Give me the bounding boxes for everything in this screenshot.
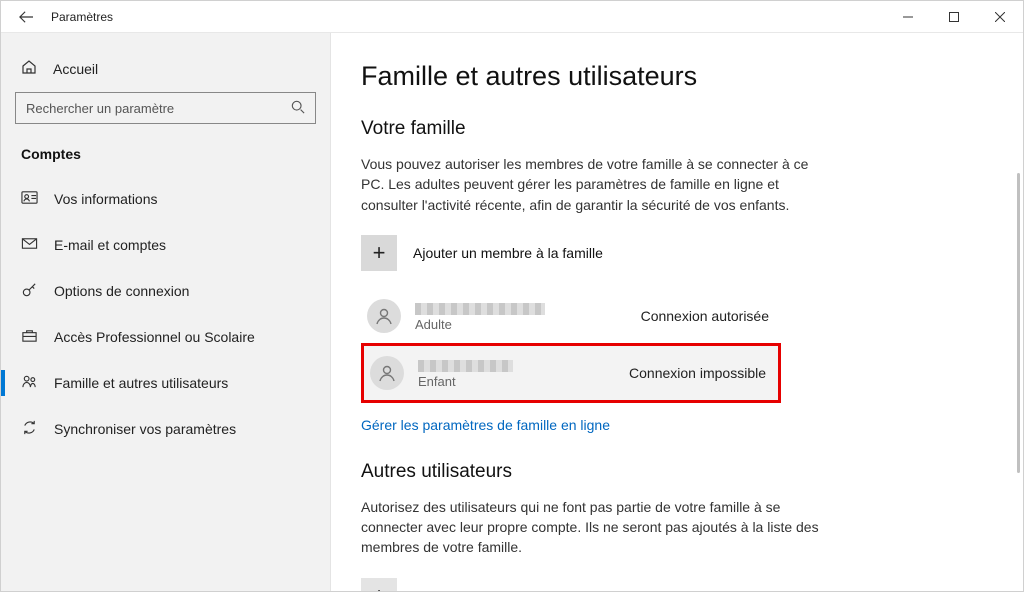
home-button[interactable]: Accueil [1, 51, 330, 92]
add-family-label: Ajouter un membre à la famille [413, 245, 603, 261]
sidebar-item-label: Vos informations [54, 191, 158, 207]
sidebar-item-label: Accès Professionnel ou Scolaire [54, 329, 255, 345]
home-label: Accueil [53, 61, 98, 77]
vertical-scrollbar[interactable] [1017, 33, 1020, 591]
briefcase-icon [21, 327, 38, 347]
search-icon [291, 100, 305, 117]
member-role: Enfant [418, 374, 615, 389]
member-status: Connexion autorisée [641, 308, 769, 324]
page-title: Famille et autres utilisateurs [361, 61, 983, 92]
sidebar-item-signin-options[interactable]: Options de connexion [1, 268, 330, 314]
family-member-adult[interactable]: Adulte Connexion autorisée [361, 289, 781, 343]
sidebar-item-label: Famille et autres utilisateurs [54, 375, 228, 391]
plus-icon: + [361, 235, 397, 271]
family-heading: Votre famille [361, 118, 983, 140]
maximize-button[interactable] [931, 1, 977, 33]
window-title: Paramètres [51, 10, 113, 24]
sidebar-item-work-school[interactable]: Accès Professionnel ou Scolaire [1, 314, 330, 360]
sidebar: Accueil Rechercher un paramètre Comptes … [1, 33, 331, 591]
people-icon [21, 373, 38, 393]
titlebar: Paramètres [1, 1, 1023, 33]
member-name-redacted [418, 356, 615, 372]
key-icon [21, 281, 38, 301]
sidebar-item-your-info[interactable]: Vos informations [1, 176, 330, 222]
others-heading: Autres utilisateurs [361, 461, 983, 483]
member-name-redacted [415, 299, 627, 315]
home-icon [21, 59, 37, 78]
search-placeholder: Rechercher un paramètre [26, 101, 291, 116]
member-status: Connexion impossible [629, 365, 766, 381]
manage-family-online-link[interactable]: Gérer les paramètres de famille en ligne [361, 417, 610, 433]
scrollbar-thumb[interactable] [1017, 173, 1020, 473]
search-input[interactable]: Rechercher un paramètre [15, 92, 316, 124]
section-heading: Comptes [1, 146, 330, 176]
add-family-member-button[interactable]: + Ajouter un membre à la famille [361, 235, 983, 271]
close-window-button[interactable] [977, 1, 1023, 33]
sidebar-item-label: Synchroniser vos paramètres [54, 421, 236, 437]
sync-icon [21, 419, 38, 439]
others-description: Autorisez des utilisateurs qui ne font p… [361, 497, 821, 558]
family-member-child[interactable]: Enfant Connexion impossible [361, 343, 781, 403]
user-card-icon [21, 189, 38, 209]
sidebar-item-label: E-mail et comptes [54, 237, 166, 253]
member-role: Adulte [415, 317, 627, 332]
sidebar-item-label: Options de connexion [54, 283, 189, 299]
back-button[interactable] [19, 10, 33, 24]
sidebar-item-email[interactable]: E-mail et comptes [1, 222, 330, 268]
sidebar-item-sync[interactable]: Synchroniser vos paramètres [1, 406, 330, 452]
family-description: Vous pouvez autoriser les membres de vot… [361, 154, 821, 215]
minimize-button[interactable] [885, 1, 931, 33]
plus-icon: + [361, 578, 397, 591]
main-content: Famille et autres utilisateurs Votre fam… [331, 33, 1023, 591]
avatar-icon [367, 299, 401, 333]
sidebar-item-family[interactable]: Famille et autres utilisateurs [1, 360, 330, 406]
avatar-icon [370, 356, 404, 390]
add-other-user-button[interactable]: + [361, 578, 983, 591]
mail-icon [21, 235, 38, 255]
